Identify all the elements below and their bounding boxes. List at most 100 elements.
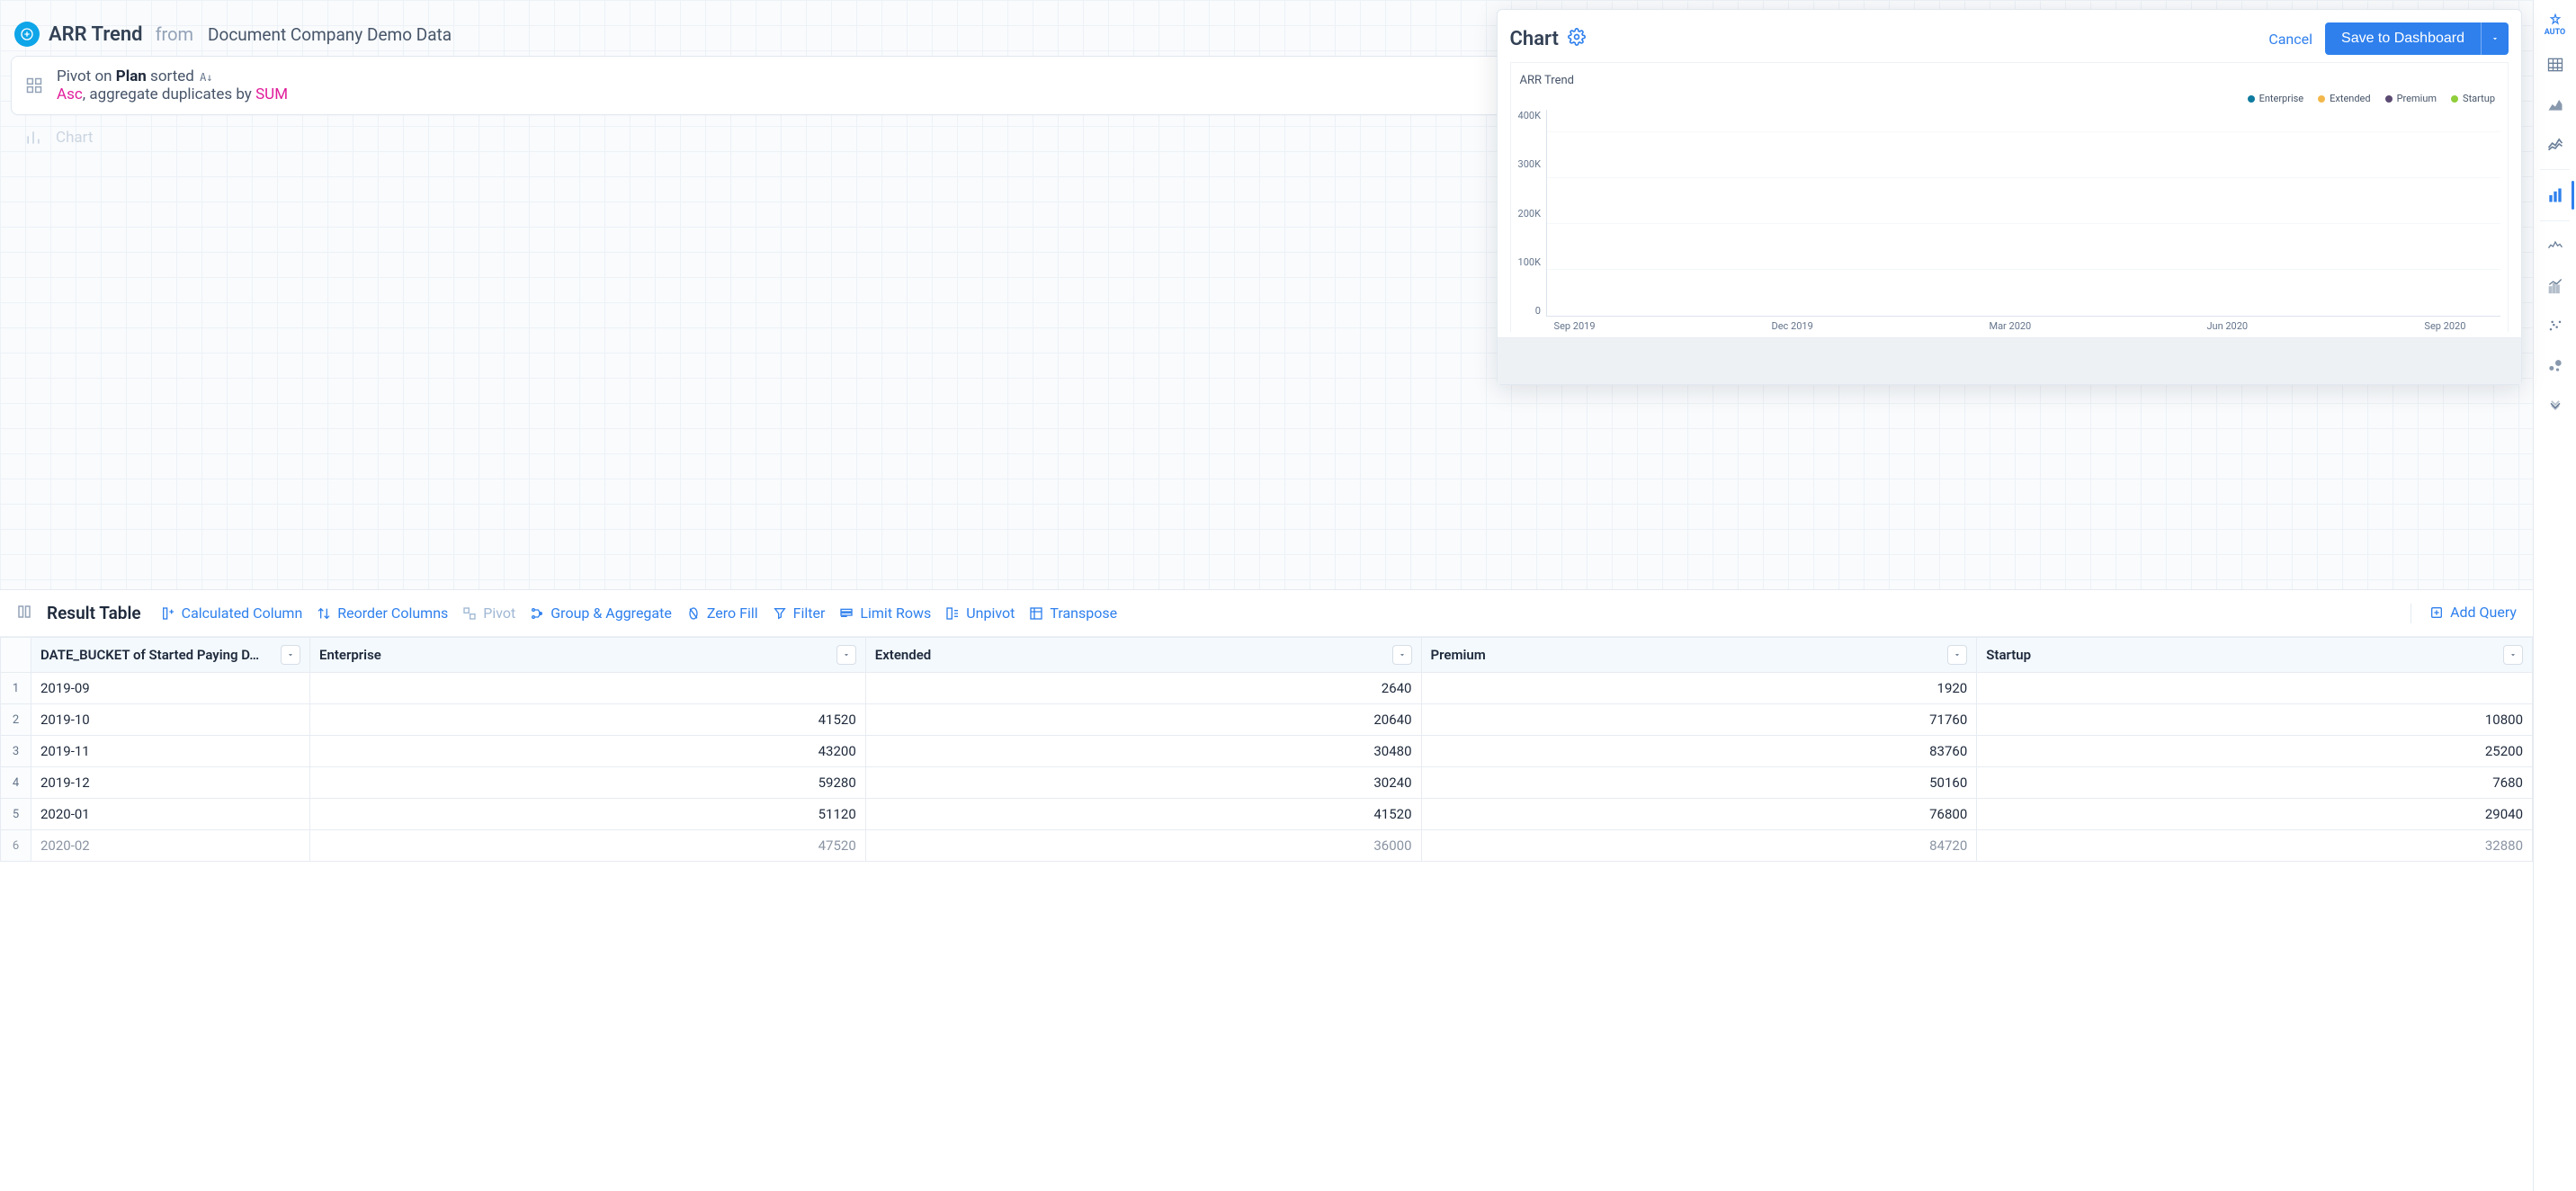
column-menu-button[interactable] xyxy=(281,645,300,665)
x-tick xyxy=(1626,320,1699,332)
cell-value[interactable]: 51120 xyxy=(310,799,866,830)
cell-date[interactable]: 2020-01 xyxy=(31,799,310,830)
cell-value[interactable]: 43200 xyxy=(310,736,866,767)
cell-value[interactable]: 36000 xyxy=(865,830,1421,862)
cell-value[interactable]: 83760 xyxy=(1421,736,1977,767)
column-label: Enterprise xyxy=(319,647,381,663)
zero-fill-button[interactable]: Zero Fill xyxy=(686,604,758,622)
column-header[interactable]: Premium xyxy=(1421,638,1977,673)
cell-value[interactable]: 47520 xyxy=(310,830,866,862)
column-menu-button[interactable] xyxy=(1947,645,1967,665)
gear-icon[interactable] xyxy=(1568,28,1586,49)
row-index: 5 xyxy=(1,799,31,830)
limit-rows-button[interactable]: Limit Rows xyxy=(839,604,931,622)
column-header[interactable]: Enterprise xyxy=(310,638,866,673)
y-tick: 0 xyxy=(1535,305,1541,317)
chart-type-sidebar: AUTO xyxy=(2533,0,2576,1191)
cell-value[interactable]: 41520 xyxy=(310,704,866,736)
cell-value[interactable]: 76800 xyxy=(1421,799,1977,830)
column-label: DATE_BUCKET of Started Paying D… xyxy=(40,647,259,663)
cell-date[interactable]: 2019-11 xyxy=(31,736,310,767)
row-index-header xyxy=(1,638,31,673)
chart-config-panel: Chart Cancel Save to Dashboard xyxy=(1497,9,2522,385)
chart-type-more[interactable] xyxy=(2537,387,2573,423)
add-query-button[interactable]: Add Query xyxy=(2429,604,2517,621)
cell-value[interactable]: 20640 xyxy=(865,704,1421,736)
dataset-icon xyxy=(14,22,40,47)
cell-value[interactable]: 41520 xyxy=(865,799,1421,830)
cell-value[interactable]: 25200 xyxy=(1977,736,2533,767)
column-menu-button[interactable] xyxy=(1392,645,1412,665)
bar-chart-icon xyxy=(23,128,43,148)
chart-panel-title: Chart xyxy=(1510,28,1559,50)
cell-value[interactable]: 71760 xyxy=(1421,704,1977,736)
cell-value[interactable]: 59280 xyxy=(310,767,866,799)
unpivot-button[interactable]: Unpivot xyxy=(945,604,1015,622)
cancel-button[interactable]: Cancel xyxy=(2268,31,2312,48)
cell-value[interactable]: 10800 xyxy=(1977,704,2533,736)
calculated-column-button[interactable]: Calculated Column xyxy=(161,604,303,622)
table-row[interactable]: 32019-1143200304808376025200 xyxy=(1,736,2533,767)
filter-button[interactable]: Filter xyxy=(773,604,826,622)
cell-value[interactable]: 30480 xyxy=(865,736,1421,767)
column-label: Startup xyxy=(1986,647,2031,663)
table-row[interactable]: 42019-125928030240501607680 xyxy=(1,767,2533,799)
cell-date[interactable]: 2019-09 xyxy=(31,673,310,704)
table-row[interactable]: 62020-0247520360008472032880 xyxy=(1,830,2533,862)
chart-type-line[interactable] xyxy=(2537,126,2573,162)
cell-value[interactable]: 84720 xyxy=(1421,830,1977,862)
cell-value[interactable]: 30240 xyxy=(865,767,1421,799)
cell-value[interactable] xyxy=(1977,673,2533,704)
chart-type-scatter[interactable] xyxy=(2537,308,2573,344)
result-table-icon xyxy=(16,604,32,623)
cell-date[interactable]: 2019-12 xyxy=(31,767,310,799)
legend-label: Premium xyxy=(2397,93,2437,104)
cell-date[interactable]: 2020-02 xyxy=(31,830,310,862)
column-label: Premium xyxy=(1431,647,1486,663)
save-to-dashboard-button[interactable]: Save to Dashboard xyxy=(2325,22,2481,55)
group-aggregate-button[interactable]: Group & Aggregate xyxy=(530,604,672,622)
chart-type-bubble[interactable] xyxy=(2537,347,2573,383)
chart-x-axis: Sep 2019Dec 2019Mar 2020Jun 2020Sep 2020 xyxy=(1518,317,2500,332)
chart-type-sparkline[interactable] xyxy=(2537,228,2573,264)
chart-type-auto[interactable]: AUTO xyxy=(2537,7,2573,43)
legend-item[interactable]: Startup xyxy=(2451,93,2495,104)
cell-value[interactable]: 7680 xyxy=(1977,767,2533,799)
chart-plot-area xyxy=(1546,110,2500,317)
cell-value[interactable]: 29040 xyxy=(1977,799,2533,830)
transpose-button[interactable]: Transpose xyxy=(1029,604,1117,622)
legend-item[interactable]: Enterprise xyxy=(2248,93,2304,104)
legend-swatch xyxy=(2248,95,2255,103)
legend-swatch xyxy=(2385,95,2393,103)
pivot-step-card[interactable]: Pivot on Plan sorted A↓Asc, aggregate du… xyxy=(11,56,1593,115)
cell-date[interactable]: 2019-10 xyxy=(31,704,310,736)
chart-type-area[interactable] xyxy=(2537,86,2573,122)
x-tick xyxy=(1917,320,1990,332)
x-tick xyxy=(2062,320,2134,332)
from-label: from xyxy=(156,23,193,45)
cell-value[interactable] xyxy=(310,673,866,704)
table-row[interactable]: 52020-0151120415207680029040 xyxy=(1,799,2533,830)
cell-value[interactable]: 32880 xyxy=(1977,830,2533,862)
column-header[interactable]: Extended xyxy=(865,638,1421,673)
chart-type-bar[interactable] xyxy=(2537,177,2573,213)
cell-value[interactable]: 2640 xyxy=(865,673,1421,704)
row-index: 1 xyxy=(1,673,31,704)
column-header[interactable]: DATE_BUCKET of Started Paying D… xyxy=(31,638,310,673)
legend-item[interactable]: Premium xyxy=(2385,93,2437,104)
table-row[interactable]: 22019-1041520206407176010800 xyxy=(1,704,2533,736)
table-row[interactable]: 12019-09 26401920 xyxy=(1,673,2533,704)
chart-type-table[interactable] xyxy=(2537,47,2573,83)
reorder-columns-button[interactable]: Reorder Columns xyxy=(317,604,448,622)
cell-value[interactable]: 50160 xyxy=(1421,767,1977,799)
source-name[interactable]: Document Company Demo Data xyxy=(208,24,452,45)
column-menu-button[interactable] xyxy=(2503,645,2523,665)
legend-item[interactable]: Extended xyxy=(2318,93,2370,104)
result-table: DATE_BUCKET of Started Paying D… Enterpri… xyxy=(0,637,2533,862)
column-menu-button[interactable] xyxy=(836,645,856,665)
cell-value[interactable]: 1920 xyxy=(1421,673,1977,704)
column-header[interactable]: Startup xyxy=(1977,638,2533,673)
y-tick: 100K xyxy=(1518,256,1541,268)
save-dropdown-button[interactable] xyxy=(2481,22,2509,55)
chart-type-combo[interactable] xyxy=(2537,268,2573,304)
